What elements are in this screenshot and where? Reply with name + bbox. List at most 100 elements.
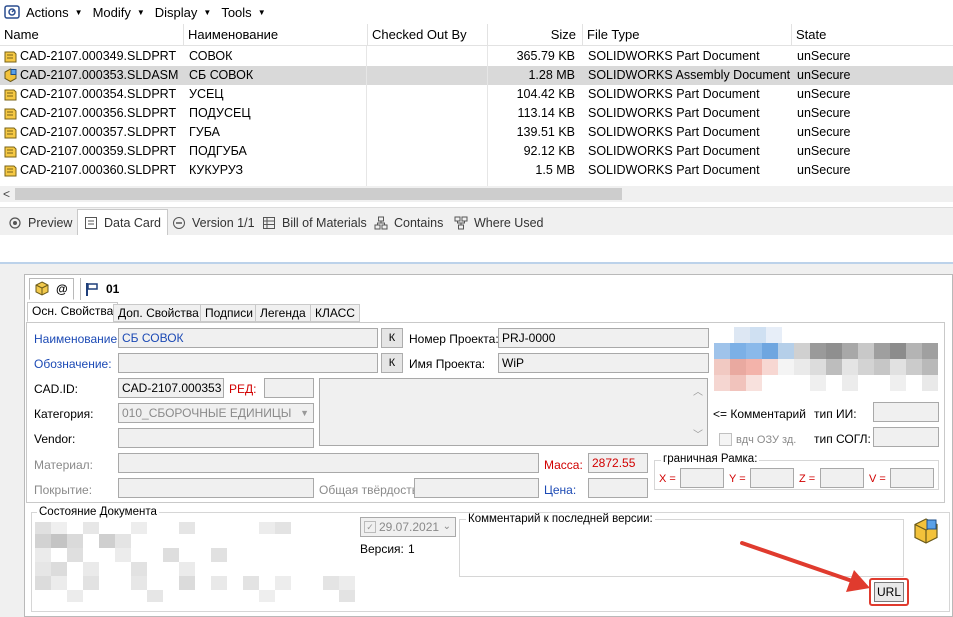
material-label: Материал: (34, 458, 93, 472)
file-row[interactable]: CAD-2107.000359.SLDPRT ПОДГУБА 92.12 KB SOL… (0, 142, 953, 161)
comment-textarea[interactable]: ︿ ﹀ (319, 378, 708, 446)
file-name-cell: CAD-2107.000359.SLDPRT (20, 144, 177, 158)
vdch-checkbox[interactable] (719, 433, 732, 446)
red-field[interactable] (264, 378, 314, 398)
oboz-k-button[interactable]: К (381, 353, 403, 373)
category-label: Категория: (34, 407, 94, 421)
menu-display[interactable]: Display ▼ (155, 5, 212, 20)
vault-view-icon[interactable] (4, 4, 20, 20)
file-name-cell: CAD-2107.000360.SLDPRT (20, 163, 177, 177)
version-date-picker[interactable]: ✓ 29.07.2021 ⌄ (360, 517, 456, 537)
bbox-v-field[interactable] (890, 468, 934, 488)
tab-where-used[interactable]: Where Used (450, 212, 547, 234)
part-file-icon (3, 125, 18, 140)
tip-ii-field[interactable] (873, 402, 939, 422)
last-version-comment-group (459, 519, 904, 577)
file-row[interactable]: CAD-2107.000357.SLDPRT ГУБА 139.51 KB SOLID… (0, 123, 953, 142)
assembly-cube-icon (912, 517, 940, 547)
config-tab-separator (80, 278, 81, 300)
bbox-z-field[interactable] (820, 468, 864, 488)
oboz-field[interactable] (118, 353, 378, 373)
file-row[interactable]: CAD-2107.000360.SLDPRT КУКУРУЗ 1.5 MB SOLID… (0, 161, 953, 180)
file-row[interactable]: CAD-2107.000353.SLDASM СБ СОВОК 1.28 MB SOL… (0, 66, 953, 85)
subtab-legend[interactable]: Легенда (255, 304, 311, 322)
menu-tools[interactable]: Tools ▼ (221, 5, 265, 20)
file-size-cell: 1.28 MB (528, 68, 575, 82)
mass-field[interactable]: 2872.55 (588, 453, 648, 473)
menu-modify[interactable]: Modify ▼ (93, 5, 145, 20)
scroll-up-arrow[interactable]: ︿ (693, 383, 703, 398)
vendor-field[interactable] (118, 428, 314, 448)
blurred-workflow-history (35, 522, 365, 604)
file-state-cell: unSecure (797, 49, 851, 63)
url-button[interactable]: URL (874, 582, 904, 602)
hardness-field[interactable] (414, 478, 539, 498)
oboz-label: Обозначение: (34, 357, 112, 371)
column-header-name[interactable]: Name (0, 24, 184, 46)
material-field[interactable] (118, 453, 539, 473)
tab-contains[interactable]: Contains (370, 212, 447, 234)
part-file-icon (3, 163, 18, 178)
tab-version[interactable]: Version 1/1 (168, 212, 259, 234)
column-naim-label: Наименование (188, 27, 279, 42)
tip-sogl-field[interactable] (873, 427, 939, 447)
data-card-icon (85, 216, 97, 229)
file-row[interactable]: CAD-2107.000349.SLDPRT СОВОК 365.79 KB SOLI… (0, 47, 953, 66)
column-header-checked-out[interactable]: Checked Out By (368, 24, 488, 46)
proj-no-label: Номер Проекта: (409, 332, 499, 346)
proj-name-label: Имя Проекта: (409, 357, 486, 371)
part-file-icon (3, 144, 18, 159)
menu-tools-label: Tools (221, 4, 252, 20)
naim-k-button[interactable]: К (381, 328, 403, 348)
config-tab-at[interactable]: @ (29, 278, 74, 300)
tab-preview-label: Preview (28, 216, 73, 230)
tab-version-label: Version 1/1 (192, 216, 255, 230)
scrollbar-thumb[interactable] (15, 188, 622, 200)
price-field[interactable] (588, 478, 648, 498)
tab-data-card[interactable]: Data Card (77, 209, 168, 235)
tab-bill-of-materials[interactable]: Bill of Materials (258, 212, 371, 234)
file-state-cell: unSecure (797, 87, 851, 101)
subtab-signatures[interactable]: Подписи (200, 304, 258, 322)
pokrytie-field[interactable] (118, 478, 314, 498)
column-header-file-type[interactable]: File Type (583, 24, 792, 46)
subtab-extra-properties[interactable]: Доп. Свойства (113, 304, 204, 322)
file-state-cell: unSecure (797, 163, 851, 177)
where-used-icon (454, 216, 468, 230)
tab-preview[interactable]: Preview (4, 212, 76, 234)
config-cube-icon (35, 281, 49, 296)
bbox-x-field[interactable] (680, 468, 724, 488)
proj-no-field[interactable]: PRJ-0000 (498, 328, 709, 348)
category-select[interactable]: 010_СБОРОЧНЫЕ ЕДИНИЦЫ ▼ (118, 403, 314, 423)
assembly-file-icon (3, 68, 18, 83)
subtab-class[interactable]: КЛАСС (310, 304, 360, 322)
file-row[interactable]: CAD-2107.000356.SLDPRT ПОДУСЕЦ 113.14 KB SO… (0, 104, 953, 123)
subtab-main-properties[interactable]: Осн. Свойства (27, 302, 119, 322)
column-header-size[interactable]: Size (488, 24, 583, 46)
menu-actions[interactable]: Actions ▼ (26, 5, 83, 20)
file-row[interactable]: CAD-2107.000354.SLDPRT УСЕЦ 104.42 KB SOLID… (0, 85, 953, 104)
vendor-label: Vendor: (34, 432, 76, 446)
scroll-left-arrow[interactable]: < (3, 186, 10, 202)
version-value: 1 (408, 542, 415, 556)
file-type-cell: SOLIDWORKS Part Document (588, 144, 760, 158)
file-state-cell: unSecure (797, 106, 851, 120)
bbox-v-label: V = (869, 473, 886, 485)
red-label: РЕД: (229, 382, 257, 396)
config-tab-01-label: 01 (106, 282, 120, 296)
column-header-state[interactable]: State (792, 24, 953, 46)
column-size-label: Size (550, 27, 576, 42)
scroll-down-arrow[interactable]: ﹀ (693, 426, 703, 441)
file-naim-cell: ПОДУСЕЦ (189, 106, 251, 120)
config-tab-01[interactable]: 01 (80, 278, 125, 300)
cadid-field[interactable]: CAD-2107.000353 (118, 378, 224, 398)
proj-name-field[interactable]: WiP (498, 353, 709, 373)
file-state-cell: unSecure (797, 125, 851, 139)
column-header-naim[interactable]: Наименование (184, 24, 368, 46)
bbox-y-field[interactable] (750, 468, 794, 488)
column-divider (366, 46, 367, 186)
file-naim-cell: СБ СОВОК (189, 68, 254, 82)
cadid-label: CAD.ID: (34, 382, 79, 396)
tab-bom-label: Bill of Materials (282, 216, 367, 230)
naim-field[interactable]: СБ СОВОК (118, 328, 378, 348)
